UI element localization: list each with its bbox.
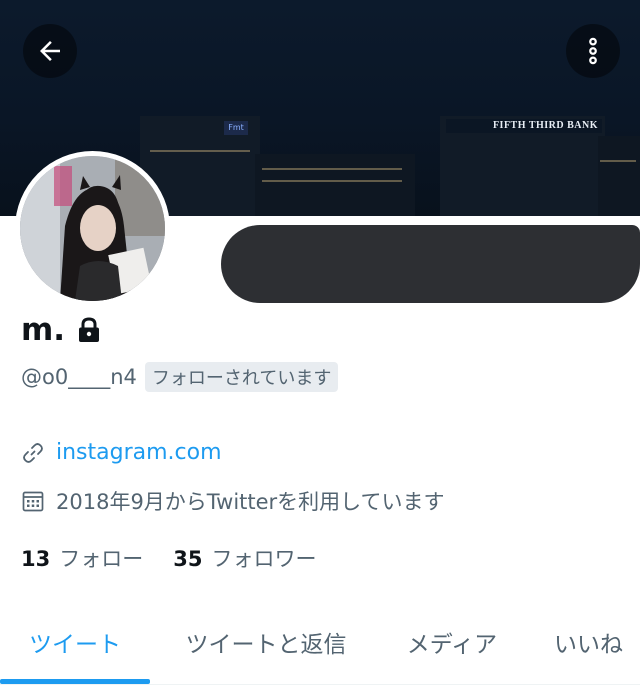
tab-label: いいね bbox=[554, 632, 623, 658]
active-tab-indicator bbox=[0, 679, 150, 684]
tab-label: ツイートと返信 bbox=[185, 632, 347, 658]
follow-counts: 13 フォロー 35 フォロワー bbox=[21, 543, 346, 573]
vertical-dots-icon bbox=[589, 37, 597, 65]
avatar-image bbox=[20, 156, 165, 301]
arrow-left-icon bbox=[40, 41, 60, 61]
website-link[interactable]: instagram.com bbox=[56, 440, 222, 465]
lock-icon bbox=[77, 317, 101, 343]
banner-window-row bbox=[262, 168, 402, 170]
banner-small-sign: Fmt bbox=[224, 121, 248, 135]
website-row: instagram.com bbox=[21, 440, 222, 465]
following-count: 13 bbox=[21, 547, 51, 571]
banner-building bbox=[255, 154, 415, 216]
avatar-photo bbox=[20, 156, 165, 301]
tab-likes[interactable]: いいね bbox=[522, 602, 640, 682]
banner-window-row bbox=[262, 180, 402, 182]
handle-row: @o0____n4 フォローされています bbox=[21, 362, 339, 392]
followers-link[interactable]: 35 フォロワー bbox=[173, 543, 316, 573]
followers-count: 35 bbox=[173, 547, 203, 571]
link-icon bbox=[21, 441, 45, 465]
followers-label: フォロワー bbox=[211, 547, 317, 571]
tab-label: ツイート bbox=[29, 632, 121, 658]
tab-label: メディア bbox=[406, 632, 498, 658]
follows-you-badge: フォローされています bbox=[144, 362, 339, 392]
banner-window-row bbox=[150, 150, 250, 152]
following-link[interactable]: 13 フォロー bbox=[21, 543, 143, 573]
profile-handle: @o0____n4 bbox=[21, 365, 137, 389]
redaction-overlay bbox=[221, 225, 640, 303]
banner-building bbox=[598, 136, 640, 216]
tab-media[interactable]: メディア bbox=[382, 602, 522, 682]
banner-window-row bbox=[600, 160, 636, 162]
profile-name-row: m. bbox=[21, 312, 101, 348]
following-label: フォロー bbox=[59, 547, 144, 571]
banner-bank-sign: FIFTH THIRD BANK bbox=[446, 119, 602, 133]
joined-date: 2018年9月からTwitterを利用しています bbox=[56, 490, 445, 514]
avatar[interactable] bbox=[15, 151, 170, 306]
tab-tweets-and-replies[interactable]: ツイートと返信 bbox=[150, 602, 382, 682]
joined-row: 2018年9月からTwitterを利用しています bbox=[21, 486, 445, 516]
profile-tabs: ツイート ツイートと返信 メディア いいね bbox=[0, 602, 640, 685]
back-button[interactable] bbox=[23, 24, 77, 78]
calendar-icon bbox=[21, 489, 45, 513]
profile-name: m. bbox=[21, 312, 66, 348]
more-options-button[interactable] bbox=[566, 24, 620, 78]
tab-tweets[interactable]: ツイート bbox=[0, 602, 150, 684]
